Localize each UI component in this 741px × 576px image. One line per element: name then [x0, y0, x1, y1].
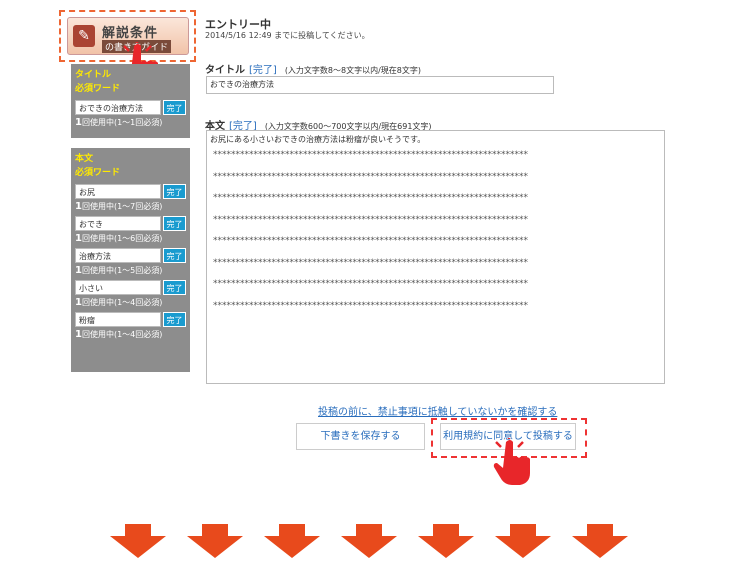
masked-lines: ****************************************… [210, 145, 661, 317]
guide-title: 解説条件 [102, 26, 159, 41]
word-done-badge: 完了 [163, 216, 186, 231]
panel-subheading: 必須ワード [75, 84, 121, 94]
word-usage: 1回使用中(1～4回必須) [75, 329, 163, 340]
word-usage: 1回使用中(1～7回必須) [75, 201, 163, 212]
masked-line: ****************************************… [213, 300, 528, 311]
masked-line: ****************************************… [213, 214, 528, 225]
masked-line: ****************************************… [213, 193, 528, 203]
down-arrow-icon [187, 524, 243, 558]
word-usage: 1回使用中(1～4回必須) [75, 297, 163, 308]
word-done-badge: 完了 [163, 100, 186, 115]
word-label: 小さい [75, 280, 161, 295]
word-usage: 1回使用中(1～6回必須) [75, 233, 163, 244]
pointing-hand-icon [493, 438, 530, 485]
word-done-badge: 完了 [163, 248, 186, 263]
title-input[interactable]: おできの治療方法 [206, 76, 554, 94]
title-status: [完了] [249, 65, 277, 76]
deadline-text: 2014/5/16 12:49 までに投稿してください。 [205, 31, 370, 40]
down-arrow-icon [418, 524, 474, 558]
word-label: 治療方法 [75, 248, 161, 263]
brush-icon: ✎ [73, 25, 95, 47]
masked-line: ****************************************… [213, 257, 528, 268]
word-label: おできの治療方法 [75, 100, 161, 115]
word-label: お尻 [75, 184, 161, 199]
word-row: 小さい 完了 [75, 280, 186, 296]
word-label: 粉瘤 [75, 312, 161, 327]
masked-line: ****************************************… [213, 171, 528, 182]
word-usage: 1回使用中(1～5回必須) [75, 265, 163, 276]
title-words-panel: タイトル 必須ワード おできの治療方法 完了 1回使用中(1～1回必須) [71, 64, 190, 138]
down-arrow-icon [264, 524, 320, 558]
down-arrow-icon [495, 524, 551, 558]
masked-line: ****************************************… [213, 279, 528, 289]
word-done-badge: 完了 [163, 312, 186, 327]
word-usage: 1回使用中(1～1回必須) [75, 117, 163, 128]
masked-line: ****************************************… [213, 150, 528, 160]
word-row: おできの治療方法 完了 [75, 100, 186, 116]
word-done-badge: 完了 [163, 184, 186, 199]
down-arrow-icon [572, 524, 628, 558]
word-row: おでき 完了 [75, 216, 186, 232]
panel-subheading: 必須ワード [75, 168, 121, 178]
title-char-note: (入力文字数8～8文字以内/現在8文字) [284, 66, 422, 75]
body-words-panel: 本文 必須ワード お尻 完了 1回使用中(1～7回必須) おでき 完了 1回使用… [71, 148, 190, 372]
word-done-badge: 完了 [163, 280, 186, 295]
down-arrow-icon [110, 524, 166, 558]
word-row: 治療方法 完了 [75, 248, 186, 264]
word-label: おでき [75, 216, 161, 231]
title-field-label: タイトル [完了] (入力文字数8～8文字以内/現在8文字) [205, 65, 422, 76]
panel-heading: 本文 [75, 154, 94, 164]
confirm-prohibited-link[interactable]: 投稿の前に、禁止事項に抵触していないかを確認する [318, 403, 557, 418]
body-textarea[interactable]: お尻にある小さいおできの治療方法は粉瘤が良いそうです。 ************… [206, 130, 665, 384]
word-row: 粉瘤 完了 [75, 312, 186, 328]
masked-line: ****************************************… [213, 236, 528, 246]
word-row: お尻 完了 [75, 184, 186, 200]
down-arrow-icon [341, 524, 397, 558]
save-draft-button[interactable]: 下書きを保存する [296, 423, 425, 450]
panel-heading: タイトル [75, 70, 112, 80]
body-first-line: お尻にある小さいおできの治療方法は粉瘤が良いそうです。 [210, 135, 426, 144]
